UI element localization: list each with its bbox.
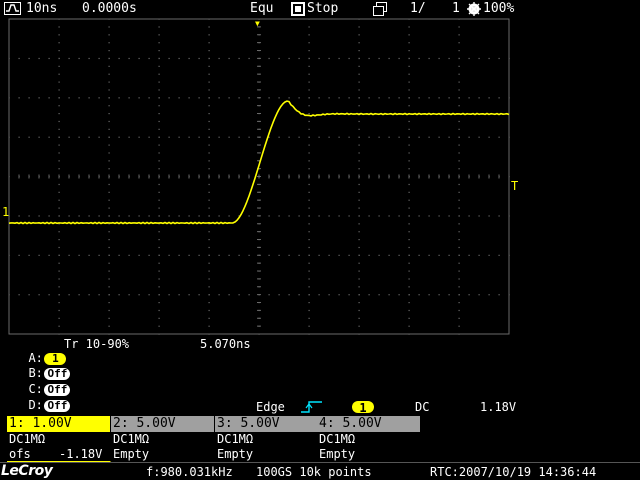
channel-2-coupling: DC1MΩ	[113, 432, 150, 446]
channel-4-box[interactable]: 4: 5.00V DC1MΩ Empty	[317, 416, 421, 462]
trigger-level-marker[interactable]: T	[511, 180, 518, 192]
brand-logo: LeCroy	[1, 463, 53, 479]
channel-3-box[interactable]: 3: 5.00V DC1MΩ Empty	[215, 416, 319, 462]
channel-3-coupling: DC1MΩ	[217, 432, 254, 446]
trigger-position-marker[interactable]: ▼	[255, 18, 260, 30]
channel-2-status: Empty	[113, 447, 150, 461]
frequency-readout: f:980.031kHz	[146, 465, 233, 479]
channel-2-box[interactable]: 2: 5.00V DC1MΩ Empty	[111, 416, 215, 462]
channel-4-coupling: DC1MΩ	[319, 432, 356, 446]
channel-1-offset: ofs -1.18V	[9, 447, 103, 461]
measurement-d[interactable]: D: Off	[14, 384, 71, 412]
channel-1-scale: 1: 1.00V	[7, 416, 110, 432]
channel-1-trace	[8, 100, 510, 225]
channel-3-scale: 3: 5.00V	[215, 416, 318, 432]
trigger-coupling[interactable]: DC	[415, 400, 429, 414]
sample-rate-readout: 100GS 10k points	[256, 465, 372, 479]
rising-edge-icon	[301, 401, 322, 413]
rtc-readout: RTC:2007/10/19 14:36:44	[430, 465, 597, 479]
trigger-type[interactable]: Edge	[256, 400, 285, 414]
trigger-source[interactable]: 1	[352, 401, 374, 415]
channel-2-scale: 2: 5.00V	[111, 416, 214, 432]
channel-1-ground-marker[interactable]: 1	[2, 206, 9, 218]
trigger-level[interactable]: 1.18V	[480, 400, 516, 414]
graticule	[8, 18, 510, 335]
measurement-a-param: Tr 10-90%	[64, 337, 130, 351]
channel-4-status: Empty	[319, 447, 356, 461]
measurement-d-source: Off	[44, 399, 71, 412]
channel-3-status: Empty	[217, 447, 254, 461]
channel-4-scale: 4: 5.00V	[317, 416, 420, 432]
channel-1-coupling: DC1MΩ	[9, 432, 46, 446]
measurement-a-value: 5.070ns	[200, 337, 251, 351]
channel-1-box[interactable]: 1: 1.00V DC1MΩ ofs -1.18V	[7, 416, 111, 462]
bottom-status-bar: LeCroy f:980.031kHz 100GS 10k points RTC…	[0, 462, 640, 480]
